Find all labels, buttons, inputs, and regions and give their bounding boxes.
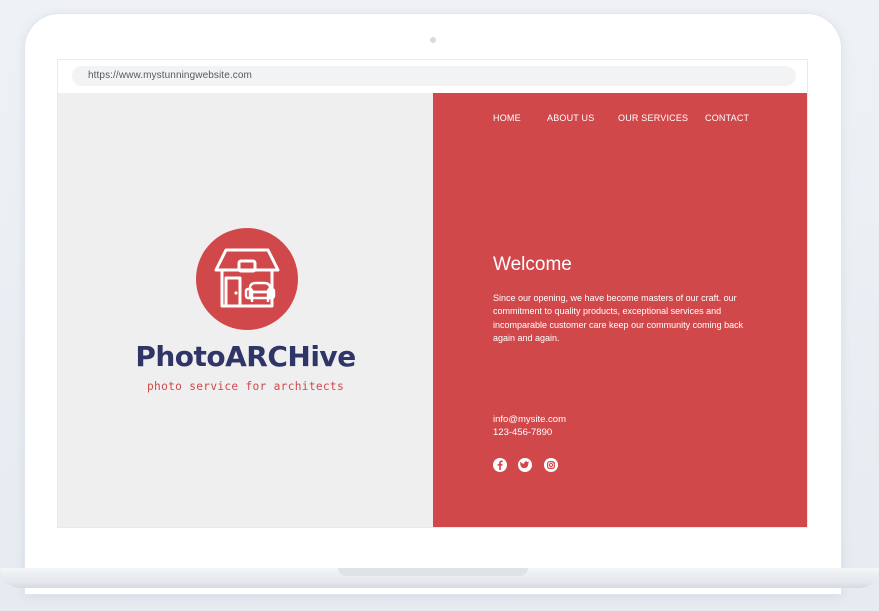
brand-logo bbox=[196, 228, 298, 330]
hero-body: Since our opening, we have become master… bbox=[493, 293, 744, 343]
contact-email[interactable]: info@mysite.com bbox=[493, 413, 566, 426]
nav-home[interactable]: HOME bbox=[493, 112, 521, 124]
twitter-icon[interactable] bbox=[518, 458, 532, 472]
brand-name: PhotoARCHive bbox=[135, 340, 356, 373]
facebook-icon[interactable] bbox=[493, 458, 507, 472]
house-icon bbox=[214, 248, 280, 308]
nav-our-services[interactable]: OUR SERVICES bbox=[618, 112, 688, 124]
nav-contact[interactable]: CONTACT bbox=[705, 112, 749, 124]
nav-about-us[interactable]: ABOUT US bbox=[547, 112, 594, 124]
camera-dot bbox=[430, 37, 436, 43]
contact-phone: 123-456-7890 bbox=[493, 427, 553, 438]
hero-heading: Welcome bbox=[493, 254, 572, 275]
brand-tagline: photo service for architects bbox=[147, 380, 344, 393]
address-url[interactable]: https://www.mystunningwebsite.com bbox=[88, 70, 252, 81]
instagram-icon[interactable] bbox=[544, 458, 558, 472]
laptop-hinge-notch bbox=[338, 568, 528, 576]
